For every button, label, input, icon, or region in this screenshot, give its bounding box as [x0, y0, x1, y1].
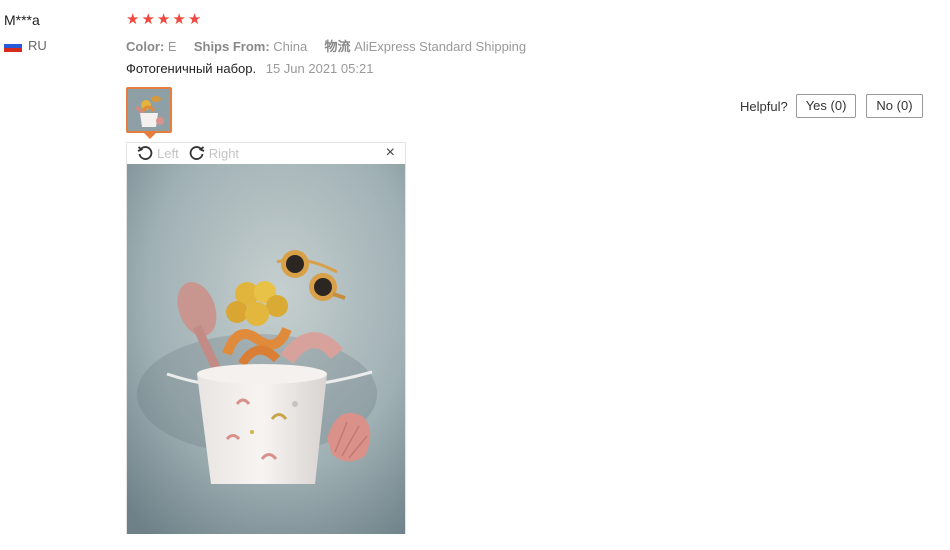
- thumbnail-pointer: [144, 133, 156, 139]
- flag-ru-icon: [4, 39, 22, 52]
- country-code: RU: [28, 38, 47, 53]
- rotate-left-icon: [137, 146, 153, 160]
- review-text: Фотогеничный набор.: [126, 61, 257, 76]
- rotate-right-label: Right: [208, 145, 240, 161]
- reviewer-name: M***a: [4, 12, 40, 28]
- star-icon: ★: [172, 11, 186, 28]
- helpful-no-button[interactable]: No (0): [866, 94, 923, 118]
- color-label: Color:: [126, 39, 165, 54]
- rotate-right-icon: [189, 146, 205, 160]
- close-icon[interactable]: ×: [386, 144, 395, 162]
- star-icon: ★: [126, 11, 140, 28]
- review-body: Фотогеничный набор. 15 Jun 2021 05:21: [126, 61, 373, 76]
- helpful-label: Helpful?: [740, 98, 788, 114]
- photo-viewer: Left Right ×: [126, 142, 406, 534]
- shipping-label: 物流: [324, 39, 351, 54]
- reviewer-country: RU: [4, 38, 47, 53]
- ships-from-value: China: [273, 39, 308, 54]
- shipping-value: AliExpress Standard Shipping: [354, 39, 527, 54]
- color-value: E: [167, 39, 177, 54]
- rotate-right-button[interactable]: Right: [189, 145, 239, 161]
- viewer-toolbar: Left Right ×: [127, 143, 405, 163]
- review-photo-thumbnail[interactable]: [126, 87, 172, 133]
- rotate-left-label: Left: [157, 145, 179, 161]
- ships-from-label: Ships From:: [193, 39, 270, 54]
- rotate-left-button[interactable]: Left: [137, 145, 179, 161]
- star-icon: ★: [141, 11, 155, 28]
- star-icon: ★: [187, 11, 202, 28]
- review-date: 15 Jun 2021 05:21: [265, 61, 374, 76]
- star-rating: ★ ★ ★ ★ ★: [126, 11, 201, 29]
- helpful-yes-button[interactable]: Yes (0): [795, 94, 857, 118]
- star-icon: ★: [156, 11, 171, 28]
- review-meta: Color: E Ships From: China 物流 AliExpress…: [126, 36, 526, 55]
- helpful-section: Helpful? Yes (0) No (0): [740, 94, 933, 118]
- review-photo: [127, 164, 405, 534]
